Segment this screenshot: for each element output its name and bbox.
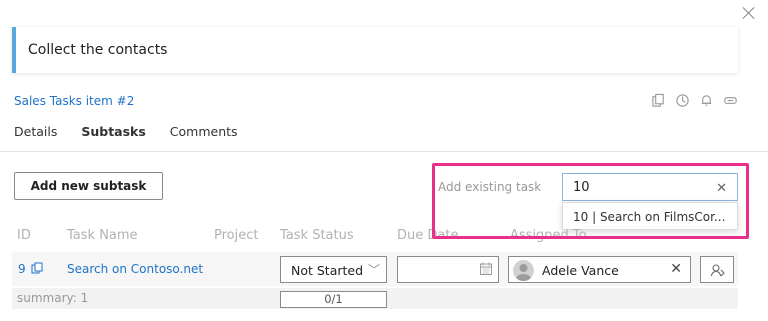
assigned-person-name: Adele Vance <box>542 263 619 278</box>
minimize-icon[interactable] <box>723 93 738 108</box>
task-title-card: Collect the contacts <box>12 27 738 73</box>
add-new-subtask-button[interactable]: Add new subtask <box>14 172 163 200</box>
row-id[interactable]: 9 <box>18 262 43 276</box>
row-id-value: 9 <box>18 262 26 276</box>
bell-icon[interactable] <box>699 93 714 108</box>
column-header-id: ID <box>17 228 31 243</box>
remove-person-icon[interactable]: ✕ <box>670 261 682 277</box>
progress-indicator: 0/1 <box>280 291 387 308</box>
assign-person-icon <box>710 264 725 277</box>
divider <box>0 151 768 152</box>
parent-item-link[interactable]: Sales Tasks item #2 <box>14 94 134 108</box>
tab-bar: Details Subtasks Comments <box>14 124 238 139</box>
assign-button[interactable] <box>700 256 734 283</box>
top-toolbar <box>651 93 738 108</box>
column-header-task-status: Task Status <box>280 228 354 243</box>
summary-count: summary: 1 <box>17 291 89 305</box>
highlight-box <box>432 163 749 239</box>
tab-subtasks[interactable]: Subtasks <box>81 124 145 139</box>
avatar <box>513 260 534 281</box>
copy-icon[interactable] <box>651 93 666 108</box>
row-task-name-link[interactable]: Search on Contoso.net <box>67 262 203 276</box>
tab-details[interactable]: Details <box>14 124 57 139</box>
assigned-to-picker[interactable]: Adele Vance ✕ <box>508 256 691 283</box>
column-header-project: Project <box>214 228 259 243</box>
task-status-select[interactable]: Not Started ﹀ <box>280 256 387 283</box>
history-icon[interactable] <box>675 93 690 108</box>
task-status-value: Not Started <box>291 263 364 278</box>
task-title: Collect the contacts <box>28 42 168 58</box>
close-icon[interactable] <box>742 6 756 20</box>
due-date-picker[interactable] <box>397 256 499 283</box>
tab-comments[interactable]: Comments <box>170 124 238 139</box>
open-item-icon[interactable] <box>31 262 43 274</box>
column-header-task-name: Task Name <box>67 228 138 243</box>
chevron-down-icon: ﹀ <box>367 263 380 277</box>
calendar-icon[interactable] <box>480 262 492 275</box>
